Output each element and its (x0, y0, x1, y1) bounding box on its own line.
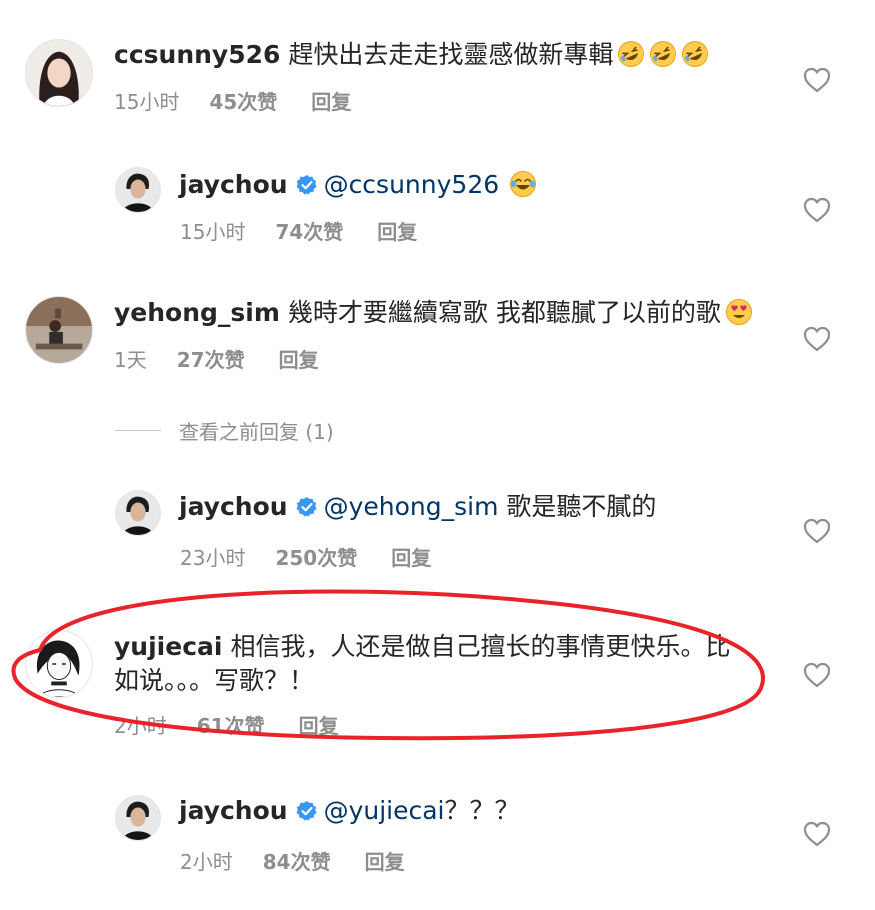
comment-likes[interactable]: 250次赞 (275, 542, 357, 571)
divider-line (115, 430, 161, 431)
heart-icon[interactable] (803, 197, 831, 223)
comment-meta: 23小时 250次赞 回复 (180, 542, 431, 571)
comment-text: ？？？ (444, 796, 520, 825)
comment-likes[interactable]: 61次赞 (197, 710, 265, 739)
comment-username[interactable]: ccsunny526 (114, 40, 280, 69)
view-previous-label[interactable]: 查看之前回复 (1) (179, 416, 334, 445)
comment-meta: 1天 27次赞 回复 (114, 344, 319, 373)
avatar-image (26, 631, 92, 697)
heart-eyes-emoji (725, 298, 753, 326)
avatar-image (116, 491, 160, 535)
user-avatar[interactable] (115, 490, 161, 536)
user-avatar[interactable] (25, 630, 93, 698)
comment-text: 趕快出去走走找靈感做新專輯 (288, 40, 614, 69)
comment-username[interactable]: jaychou (179, 492, 288, 521)
verified-badge-icon (296, 174, 318, 196)
comment-likes[interactable]: 27次赞 (177, 344, 245, 373)
comment-username[interactable]: jaychou (179, 170, 288, 199)
heart-icon[interactable] (803, 518, 831, 544)
user-avatar[interactable] (115, 795, 161, 841)
reply-button[interactable]: 回复 (365, 846, 405, 875)
comment-body: yehong_sim 幾時才要繼續寫歌 我都聽膩了以前的歌 (114, 296, 753, 330)
heart-icon[interactable] (803, 662, 831, 688)
comment-body: jaychou @yehong_sim 歌是聽不膩的 (179, 490, 656, 524)
avatar-image (116, 168, 160, 212)
comment-body: yujiecai 相信我，人还是做自己擅长的事情更快乐。比如说。。。写歌？！ (114, 630, 754, 698)
highlight-ellipse (11, 589, 765, 741)
user-avatar[interactable] (25, 39, 93, 107)
mention-link[interactable]: @ccsunny526 (324, 170, 500, 199)
comment-meta: 15小时 74次赞 回复 (180, 216, 417, 245)
comment-text: 歌是聽不膩的 (506, 492, 657, 521)
comment-username[interactable]: yujiecai (114, 632, 222, 661)
comment-meta: 15小时 45次赞 回复 (114, 86, 351, 115)
avatar-image (26, 40, 92, 106)
avatar-image (26, 297, 92, 363)
comment-time: 23小时 (180, 546, 246, 570)
heart-icon[interactable] (803, 821, 831, 847)
comment-username[interactable]: yehong_sim (114, 298, 280, 327)
comment-meta: 2小时 84次赞 回复 (180, 846, 405, 875)
comment-meta: 2小时 61次赞 回复 (114, 710, 339, 739)
heart-icon[interactable] (803, 67, 831, 93)
rofl-emoji (617, 40, 645, 68)
verified-badge-icon (296, 496, 318, 518)
comment-likes[interactable]: 45次赞 (209, 86, 277, 115)
verified-badge-icon (296, 800, 318, 822)
comment-time: 15小时 (180, 220, 246, 244)
view-previous-replies[interactable]: 查看之前回复 (1) (115, 416, 334, 445)
comment-time: 1天 (114, 348, 147, 372)
comment-likes[interactable]: 84次赞 (263, 846, 331, 875)
mention-link[interactable]: @yehong_sim (324, 492, 499, 521)
comment-text: 幾時才要繼續寫歌 我都聽膩了以前的歌 (287, 298, 721, 327)
comment-username[interactable]: jaychou (179, 796, 288, 825)
reply-button[interactable]: 回复 (311, 86, 351, 115)
comment-body: jaychou @yujiecai？？？ (179, 794, 520, 828)
reply-button[interactable]: 回复 (299, 710, 339, 739)
comment-body: jaychou @ccsunny526 (179, 168, 537, 202)
rofl-emoji (681, 40, 709, 68)
rofl-emoji (649, 40, 677, 68)
mention-link[interactable]: @yujiecai (324, 796, 445, 825)
reply-button[interactable]: 回复 (279, 344, 319, 373)
comment-time: 15小时 (114, 90, 180, 114)
comment-likes[interactable]: 74次赞 (275, 216, 343, 245)
reply-button[interactable]: 回复 (377, 216, 417, 245)
user-avatar[interactable] (115, 167, 161, 213)
reply-button[interactable]: 回复 (391, 542, 431, 571)
heart-icon[interactable] (803, 326, 831, 352)
tears-of-joy-emoji (509, 170, 537, 198)
comment-body: ccsunny526 趕快出去走走找靈感做新專輯 (114, 38, 709, 72)
user-avatar[interactable] (25, 296, 93, 364)
comment-time: 2小时 (180, 850, 233, 874)
comment-feed: ccsunny526 趕快出去走走找靈感做新專輯 15小时 45次赞 回复 jaych… (0, 0, 875, 910)
comment-time: 2小时 (114, 714, 167, 738)
avatar-image (116, 796, 160, 840)
